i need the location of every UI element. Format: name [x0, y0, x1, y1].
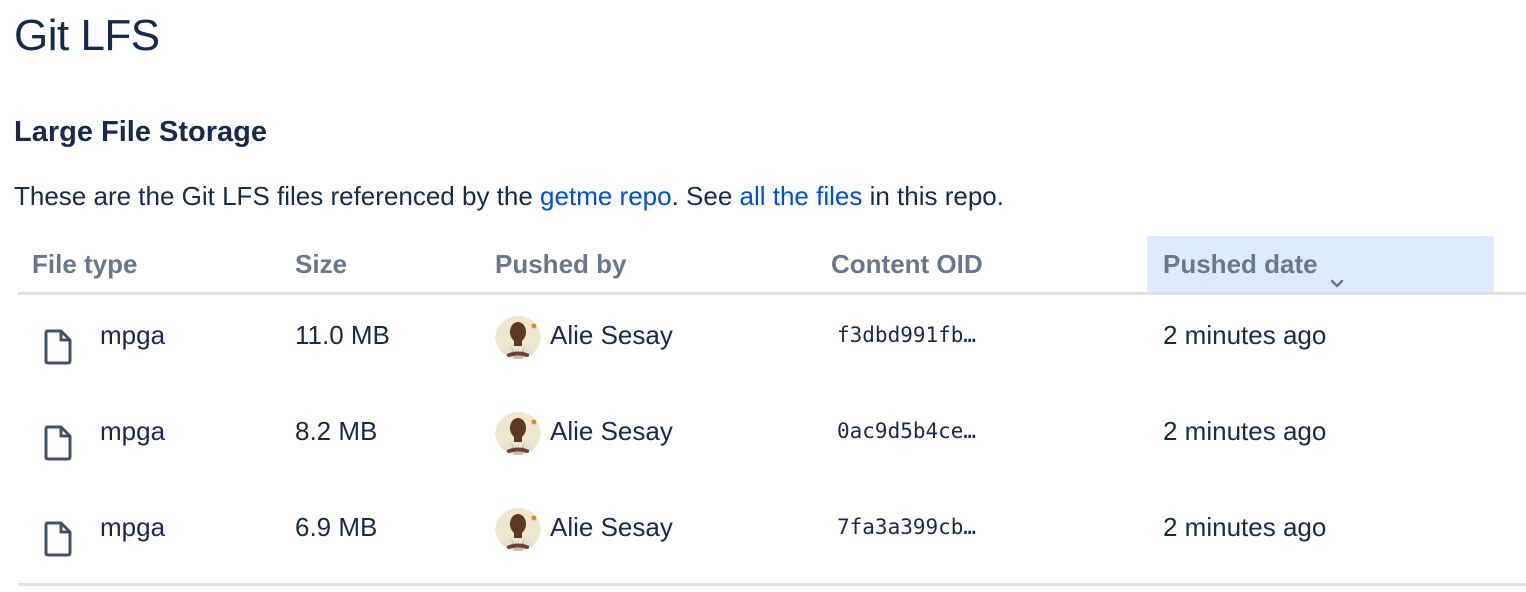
column-header-content-oid[interactable]: Content OID [831, 236, 983, 292]
column-header-pushed-date[interactable]: Pushed date [1147, 236, 1494, 292]
user-avatar[interactable] [495, 409, 541, 455]
repo-link[interactable]: getme repo [540, 181, 672, 211]
content-oid-cell[interactable]: 0ac9d5b4ce… [837, 391, 1137, 471]
all-files-link[interactable]: all the files [740, 181, 863, 211]
pushed-date-cell: 2 minutes ago [1163, 512, 1327, 542]
file-type-label: mpga [100, 320, 166, 350]
size-cell: 11.0 MB [295, 320, 390, 350]
file-type-cell: mpga [18, 487, 278, 567]
user-name[interactable]: Alie Sesay [550, 391, 673, 471]
lfs-description: These are the Git LFS files referenced b… [14, 178, 1004, 214]
column-header-pushed-by[interactable]: Pushed by [495, 236, 626, 292]
file-icon [42, 413, 74, 461]
user-avatar[interactable] [495, 505, 541, 551]
pushed-by-cell: Alie Sesay [495, 295, 815, 375]
page-title: Git LFS [14, 11, 160, 60]
user-avatar[interactable] [495, 313, 541, 359]
file-type-label: mpga [100, 416, 166, 446]
column-header-file-type[interactable]: File type [32, 236, 137, 292]
pushed-date-cell: 2 minutes ago [1163, 416, 1327, 446]
column-header-size[interactable]: Size [295, 236, 347, 292]
file-icon [42, 509, 74, 557]
pushed-date-cell: 2 minutes ago [1163, 320, 1327, 350]
content-oid-cell[interactable]: 7fa3a399cb… [837, 487, 1137, 567]
table-row: mpga 11.0 MB Alie Sesay f3dbd991fb… 2 mi… [18, 295, 1526, 391]
pushed-by-cell: Alie Sesay [495, 391, 815, 471]
table-header: File type Size Pushed by Content OID Pus… [18, 236, 1526, 295]
lfs-files-table: File type Size Pushed by Content OID Pus… [18, 236, 1526, 586]
table-body: mpga 11.0 MB Alie Sesay f3dbd991fb… 2 mi… [18, 295, 1526, 586]
description-suffix: in this repo. [862, 181, 1004, 211]
user-name[interactable]: Alie Sesay [550, 487, 673, 567]
chevron-down-icon [1328, 255, 1346, 288]
size-cell: 8.2 MB [295, 416, 378, 446]
user-name[interactable]: Alie Sesay [550, 295, 673, 375]
description-prefix: These are the Git LFS files referenced b… [14, 181, 541, 211]
content-oid-cell[interactable]: f3dbd991fb… [837, 295, 1137, 375]
section-title: Large File Storage [14, 116, 268, 148]
table-row: mpga 8.2 MB Alie Sesay 0ac9d5b4ce… 2 min… [18, 391, 1526, 487]
pushed-by-cell: Alie Sesay [495, 487, 815, 567]
description-middle: . See [671, 181, 740, 211]
file-icon [42, 317, 74, 365]
size-cell: 6.9 MB [295, 512, 378, 542]
file-type-cell: mpga [18, 391, 278, 471]
table-row: mpga 6.9 MB Alie Sesay 7fa3a399cb… 2 min… [18, 487, 1526, 583]
file-type-cell: mpga [18, 295, 278, 375]
file-type-label: mpga [100, 512, 166, 542]
column-header-pushed-date-label: Pushed date [1163, 249, 1318, 279]
